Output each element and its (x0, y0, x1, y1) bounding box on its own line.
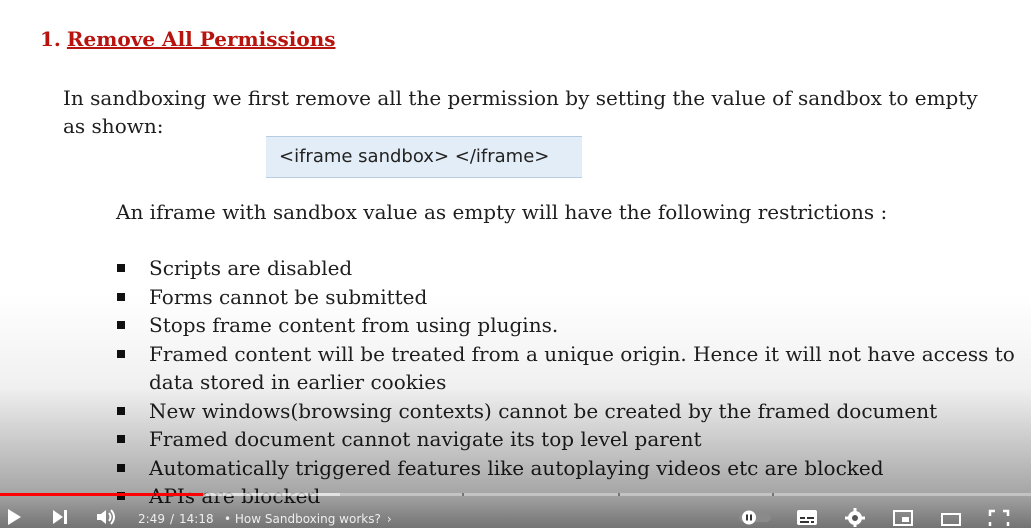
theater-icon (941, 512, 961, 526)
volume-icon (97, 508, 115, 525)
chapter-marker (308, 493, 310, 496)
play-icon (8, 508, 21, 525)
restrictions-intro: An iframe with sandbox value as empty wi… (116, 200, 888, 224)
code-example-box: <iframe sandbox> </iframe> (266, 136, 582, 178)
subtitles-button[interactable] (795, 505, 819, 528)
subtitles-icon (797, 509, 817, 525)
chapter-dot: • (224, 512, 232, 526)
slide-content: 1. Remove All Permissions In sandboxing w… (0, 0, 1031, 528)
chapter-title: How Sandboxing works? (234, 512, 381, 526)
chapter-marker (462, 493, 464, 496)
next-button[interactable] (49, 505, 71, 528)
list-item: Automatically triggered features like au… (116, 454, 1016, 483)
list-item: Scripts are disabled (116, 254, 1016, 283)
duration: 14:18 (179, 512, 214, 526)
list-item: Forms cannot be submitted (116, 283, 1016, 312)
current-time: 2:49 (138, 512, 165, 526)
chapter-marker (154, 493, 156, 496)
miniplayer-icon (893, 509, 913, 526)
list-item: Stops frame content from using plugins. (116, 311, 1016, 340)
list-item: New windows(browsing contexts) cannot be… (116, 397, 1016, 426)
autoplay-toggle-icon (739, 510, 771, 524)
heading-text: Remove All Permissions (66, 27, 336, 51)
time-separator: / (169, 512, 174, 526)
list-item: Framed document cannot navigate its top … (116, 425, 1016, 454)
play-button[interactable] (2, 505, 26, 528)
code-example: <iframe sandbox> </iframe> (279, 146, 550, 167)
list-item: Framed content will be treated from a un… (116, 340, 1016, 397)
player-controls: 2:49 / 14:18 • How Sandboxing works? › (0, 505, 1031, 528)
fullscreen-button[interactable] (987, 505, 1011, 528)
chapter-marker (772, 493, 774, 496)
time-display: 2:49 / 14:18 (138, 512, 214, 526)
heading-number: 1. (40, 27, 61, 51)
chevron-right-icon: › (386, 512, 392, 526)
miniplayer-button[interactable] (891, 505, 915, 528)
autoplay-toggle[interactable] (736, 505, 774, 528)
slide-heading: 1. Remove All Permissions (40, 27, 336, 51)
progress-buffered (206, 493, 341, 496)
next-icon (53, 509, 67, 524)
fullscreen-icon (988, 509, 1010, 526)
chapter-button[interactable]: • How Sandboxing works? › (224, 512, 392, 526)
chapter-marker (618, 493, 620, 496)
progress-played (0, 493, 204, 496)
intro-paragraph: In sandboxing we first remove all the pe… (63, 86, 978, 138)
theater-mode-button[interactable] (939, 505, 963, 528)
restrictions-list: Scripts are disabled Forms cannot be sub… (116, 254, 1016, 511)
volume-button[interactable] (95, 505, 119, 528)
progress-bar[interactable] (0, 493, 1031, 496)
settings-icon (845, 507, 865, 527)
settings-button[interactable] (843, 505, 867, 528)
